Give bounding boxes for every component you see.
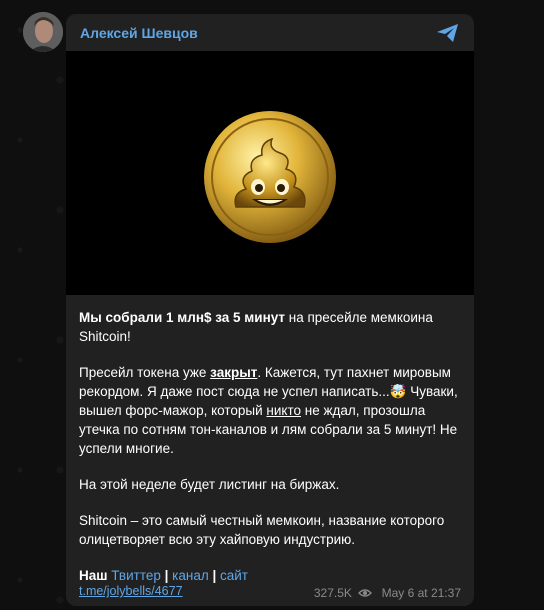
paragraph-description: Shitcoin – это самый честный мемкоин, на… (79, 513, 445, 547)
post-permalink[interactable]: t.me/jolybells/4677 (79, 584, 183, 598)
paragraph-listing: На этой неделе будет листинг на биржах. (79, 477, 340, 492)
presale-nobody-word: никто (266, 403, 302, 418)
channel-link[interactable]: канал (172, 568, 209, 583)
views-count: 327.5K (313, 585, 352, 600)
message-date: May 6 at 21:37 (381, 585, 461, 600)
exploding-head-emoji: 🤯 (389, 384, 407, 399)
post-text: Мы собрали 1 млн$ за 5 минут на пресейле… (79, 308, 463, 602)
presale-text-a: Пресейл токена уже (79, 365, 211, 380)
links-separator: | (160, 568, 173, 583)
message-meta: 327.5K May 6 at 21:37 (314, 585, 461, 600)
site-link[interactable]: сайт (220, 568, 248, 583)
post-image[interactable] (66, 51, 474, 295)
share-icon[interactable] (436, 23, 460, 43)
author-name[interactable]: Алексей Шевцов (80, 25, 198, 41)
paragraph-headline: Мы собрали 1 млн$ за 5 минут на пресейле… (79, 308, 463, 346)
message-header: Алексей Шевцов (66, 14, 474, 51)
presale-closed-word: закрыт (210, 365, 258, 380)
avatar[interactable] (23, 12, 63, 52)
poop-coin-image (204, 111, 336, 243)
paragraph-presale: Пресейл токена уже закрыт. Кажется, тут … (79, 363, 463, 458)
avatar-image (23, 12, 63, 52)
eye-icon (358, 589, 373, 597)
message-card: Алексей Шевцов Мы собрали 1 млн$ за 5 ми… (66, 14, 474, 606)
links-separator: | (208, 568, 220, 583)
headline-bold: Мы собрали 1 млн$ за 5 минут (79, 310, 286, 325)
message-footer: t.me/jolybells/4677 327.5K May 6 at 21:3… (79, 582, 463, 602)
twitter-link[interactable]: Твиттер (111, 568, 161, 583)
links-prefix: Наш (79, 568, 112, 583)
